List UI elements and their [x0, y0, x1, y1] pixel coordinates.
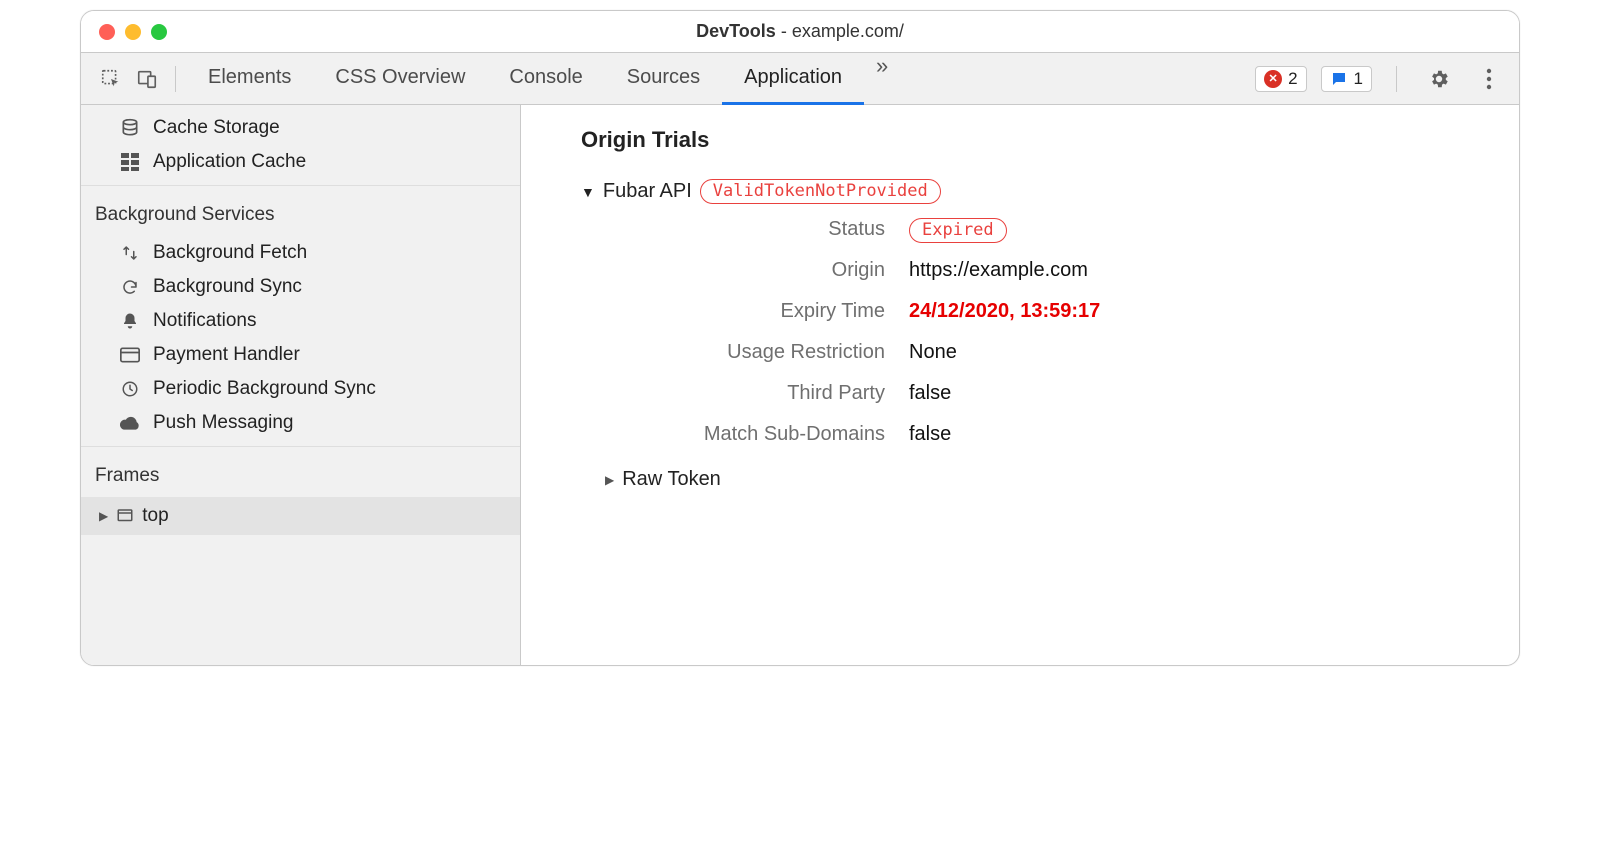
tab-application[interactable]: Application — [722, 53, 864, 105]
origin-trial-row[interactable]: ▼ Fubar API ValidTokenNotProvided — [581, 179, 1491, 204]
sidebar-item-notifications[interactable]: Notifications — [81, 304, 520, 338]
inspect-element-icon[interactable] — [93, 61, 129, 97]
raw-token-label: Raw Token — [622, 468, 721, 491]
cloud-icon — [119, 412, 141, 434]
expiry-value: 24/12/2020, 13:59:17 — [909, 300, 1491, 323]
traffic-lights — [81, 24, 167, 40]
sync-icon — [119, 276, 141, 298]
toolbar: Elements CSS Overview Console Sources Ap… — [81, 53, 1519, 105]
clock-icon — [119, 378, 141, 400]
expand-arrow-icon: ▶ — [605, 473, 614, 487]
zoom-window-button[interactable] — [151, 24, 167, 40]
sidebar-item-label: Background Fetch — [153, 242, 307, 264]
sidebar-item-periodic-background-sync[interactable]: Periodic Background Sync — [81, 372, 520, 406]
sidebar-item-label: Background Sync — [153, 276, 302, 298]
subdomains-label: Match Sub-Domains — [605, 423, 885, 446]
device-toggle-icon[interactable] — [129, 61, 165, 97]
status-badge: Expired — [909, 218, 1007, 243]
bell-icon — [119, 310, 141, 332]
sidebar-item-payment-handler[interactable]: Payment Handler — [81, 338, 520, 372]
titlebar: DevTools - example.com/ — [81, 11, 1519, 53]
updown-arrows-icon — [119, 242, 141, 264]
tab-elements[interactable]: Elements — [186, 53, 313, 105]
tab-css-overview[interactable]: CSS Overview — [313, 53, 487, 105]
message-count-pill[interactable]: 1 — [1321, 66, 1372, 92]
panel-tabs: Elements CSS Overview Console Sources Ap… — [186, 53, 1255, 104]
token-status-badge: ValidTokenNotProvided — [700, 179, 941, 204]
sidebar-item-label: Periodic Background Sync — [153, 378, 376, 400]
toolbar-right: 2 1 — [1255, 61, 1507, 97]
tab-sources[interactable]: Sources — [605, 53, 722, 105]
sidebar-item-label: Payment Handler — [153, 344, 300, 366]
status-label: Status — [605, 218, 885, 241]
database-icon — [119, 117, 141, 139]
origin-label: Origin — [605, 259, 885, 282]
raw-token-row[interactable]: ▶ Raw Token — [605, 468, 1491, 491]
sidebar-group-background-services: Background Services Background Fetch Bac… — [81, 186, 520, 447]
sidebar-heading-bg: Background Services — [81, 192, 520, 236]
sidebar-group-cache: Cache Storage Application Cache — [81, 105, 520, 186]
frame-icon — [116, 507, 134, 525]
status-value: Expired — [909, 218, 1491, 241]
page-heading: Origin Trials — [581, 127, 1491, 153]
thirdparty-value: false — [909, 382, 1491, 405]
collapse-arrow-icon: ▼ — [581, 184, 595, 200]
sidebar-item-label: Notifications — [153, 310, 257, 332]
sidebar-item-label: Cache Storage — [153, 117, 280, 139]
thirdparty-label: Third Party — [605, 382, 885, 405]
error-count-pill[interactable]: 2 — [1255, 66, 1306, 92]
toolbar-separator — [175, 66, 176, 92]
more-tabs-button[interactable]: » — [864, 53, 900, 104]
sidebar-group-frames: Frames ▶ top — [81, 447, 520, 541]
message-count: 1 — [1354, 69, 1363, 89]
subdomains-value: false — [909, 423, 1491, 446]
sidebar-item-frame-top[interactable]: ▶ top — [81, 497, 520, 535]
minimize-window-button[interactable] — [125, 24, 141, 40]
devtools-window: DevTools - example.com/ Elements CSS Ove… — [80, 10, 1520, 666]
sidebar-heading-frames: Frames — [81, 453, 520, 497]
kebab-menu-icon[interactable] — [1471, 61, 1507, 97]
tab-console[interactable]: Console — [487, 53, 604, 105]
main-panel: Origin Trials ▼ Fubar API ValidTokenNotP… — [521, 105, 1519, 665]
title-app: DevTools — [696, 21, 776, 41]
sidebar-item-background-sync[interactable]: Background Sync — [81, 270, 520, 304]
sidebar: Cache Storage Application Cache Backgrou… — [81, 105, 521, 665]
sidebar-item-cache-storage[interactable]: Cache Storage — [81, 111, 520, 145]
trial-details: Status Expired Origin https://example.co… — [605, 218, 1491, 446]
usage-value: None — [909, 341, 1491, 364]
sidebar-item-application-cache[interactable]: Application Cache — [81, 145, 520, 179]
expiry-label: Expiry Time — [605, 300, 885, 323]
usage-label: Usage Restriction — [605, 341, 885, 364]
card-icon — [119, 344, 141, 366]
close-window-button[interactable] — [99, 24, 115, 40]
sidebar-item-push-messaging[interactable]: Push Messaging — [81, 406, 520, 440]
grid-icon — [119, 151, 141, 173]
window-title: DevTools - example.com/ — [81, 21, 1519, 42]
error-icon — [1264, 70, 1282, 88]
panel-body: Cache Storage Application Cache Backgrou… — [81, 105, 1519, 665]
expand-arrow-icon: ▶ — [99, 509, 108, 523]
issues-icon — [1330, 70, 1348, 88]
origin-value: https://example.com — [909, 259, 1491, 282]
frame-name: top — [142, 505, 168, 527]
toolbar-separator-2 — [1396, 66, 1397, 92]
sidebar-item-background-fetch[interactable]: Background Fetch — [81, 236, 520, 270]
trial-name: Fubar API — [603, 180, 692, 203]
gear-icon[interactable] — [1421, 61, 1457, 97]
sidebar-item-label: Push Messaging — [153, 412, 293, 434]
error-count: 2 — [1288, 69, 1297, 89]
title-target: example.com/ — [792, 21, 904, 41]
sidebar-item-label: Application Cache — [153, 151, 306, 173]
